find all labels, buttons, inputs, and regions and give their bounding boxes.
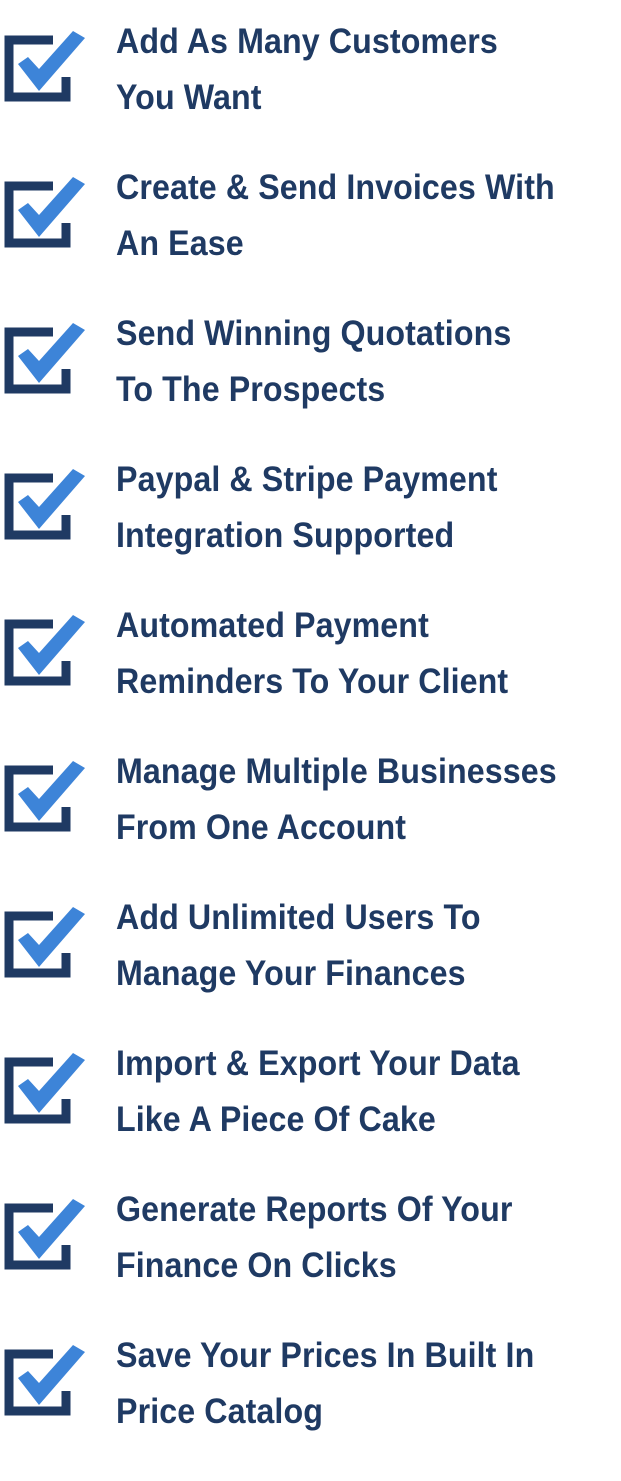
feature-line-1: Add Unlimited Users To [116, 898, 481, 937]
feature-line-2: Price Catalog [116, 1392, 323, 1431]
feature-item: Send Winning Quotations To The Prospects [0, 310, 621, 456]
feature-line-1: Automated Payment [116, 606, 429, 645]
checked-box-icon [4, 1052, 90, 1128]
checked-box-icon [4, 906, 90, 982]
checked-box-icon [4, 468, 90, 544]
feature-text: Automated Payment Reminders To Your Clie… [116, 598, 581, 710]
feature-text: Send Winning Quotations To The Prospects [116, 306, 581, 418]
feature-line-2: Like A Piece Of Cake [116, 1100, 436, 1139]
checked-box-icon [4, 760, 90, 836]
feature-line-1: Save Your Prices In Built In [116, 1336, 535, 1375]
feature-item: Automated Payment Reminders To Your Clie… [0, 602, 621, 748]
feature-text: Add Unlimited Users To Manage Your Finan… [116, 890, 581, 1002]
feature-line-1: Paypal & Stripe Payment [116, 460, 498, 499]
feature-item: Import & Export Your Data Like A Piece O… [0, 1040, 621, 1186]
feature-text: Generate Reports Of Your Finance On Clic… [116, 1182, 581, 1294]
feature-item: Save Your Prices In Built In Price Catal… [0, 1332, 621, 1478]
feature-line-2: An Ease [116, 224, 244, 263]
checked-box-icon [4, 30, 90, 106]
feature-line-1: Generate Reports Of Your [116, 1190, 513, 1229]
feature-item: Paypal & Stripe Payment Integration Supp… [0, 456, 621, 602]
checked-box-icon [4, 322, 90, 398]
feature-list: Add As Many Customers You Want Create & … [0, 0, 621, 1481]
feature-item: Add As Many Customers You Want [0, 18, 621, 164]
feature-text: Import & Export Your Data Like A Piece O… [116, 1036, 581, 1148]
feature-line-2: You Want [116, 78, 262, 117]
checked-box-icon [4, 614, 90, 690]
feature-text: Add As Many Customers You Want [116, 14, 581, 126]
feature-line-1: Manage Multiple Businesses [116, 752, 557, 791]
feature-line-2: Finance On Clicks [116, 1246, 397, 1285]
feature-line-1: Send Winning Quotations [116, 314, 512, 353]
checked-box-icon [4, 1344, 90, 1420]
feature-text: Paypal & Stripe Payment Integration Supp… [116, 452, 581, 564]
feature-text: Create & Send Invoices With An Ease [116, 160, 581, 272]
checked-box-icon [4, 1198, 90, 1274]
feature-item: Generate Reports Of Your Finance On Clic… [0, 1186, 621, 1332]
feature-item: Add Unlimited Users To Manage Your Finan… [0, 894, 621, 1040]
checked-box-icon [4, 176, 90, 252]
feature-item: Create & Send Invoices With An Ease [0, 164, 621, 310]
feature-line-1: Import & Export Your Data [116, 1044, 520, 1083]
feature-text: Manage Multiple Businesses From One Acco… [116, 744, 581, 856]
feature-line-2: Reminders To Your Client [116, 662, 509, 701]
feature-line-2: Manage Your Finances [116, 954, 466, 993]
feature-line-1: Create & Send Invoices With [116, 168, 555, 207]
feature-line-2: From One Account [116, 808, 407, 847]
feature-item: Manage Multiple Businesses From One Acco… [0, 748, 621, 894]
feature-line-2: To The Prospects [116, 370, 386, 409]
feature-line-1: Add As Many Customers [116, 22, 498, 61]
feature-line-2: Integration Supported [116, 516, 455, 555]
feature-text: Save Your Prices In Built In Price Catal… [116, 1328, 581, 1440]
